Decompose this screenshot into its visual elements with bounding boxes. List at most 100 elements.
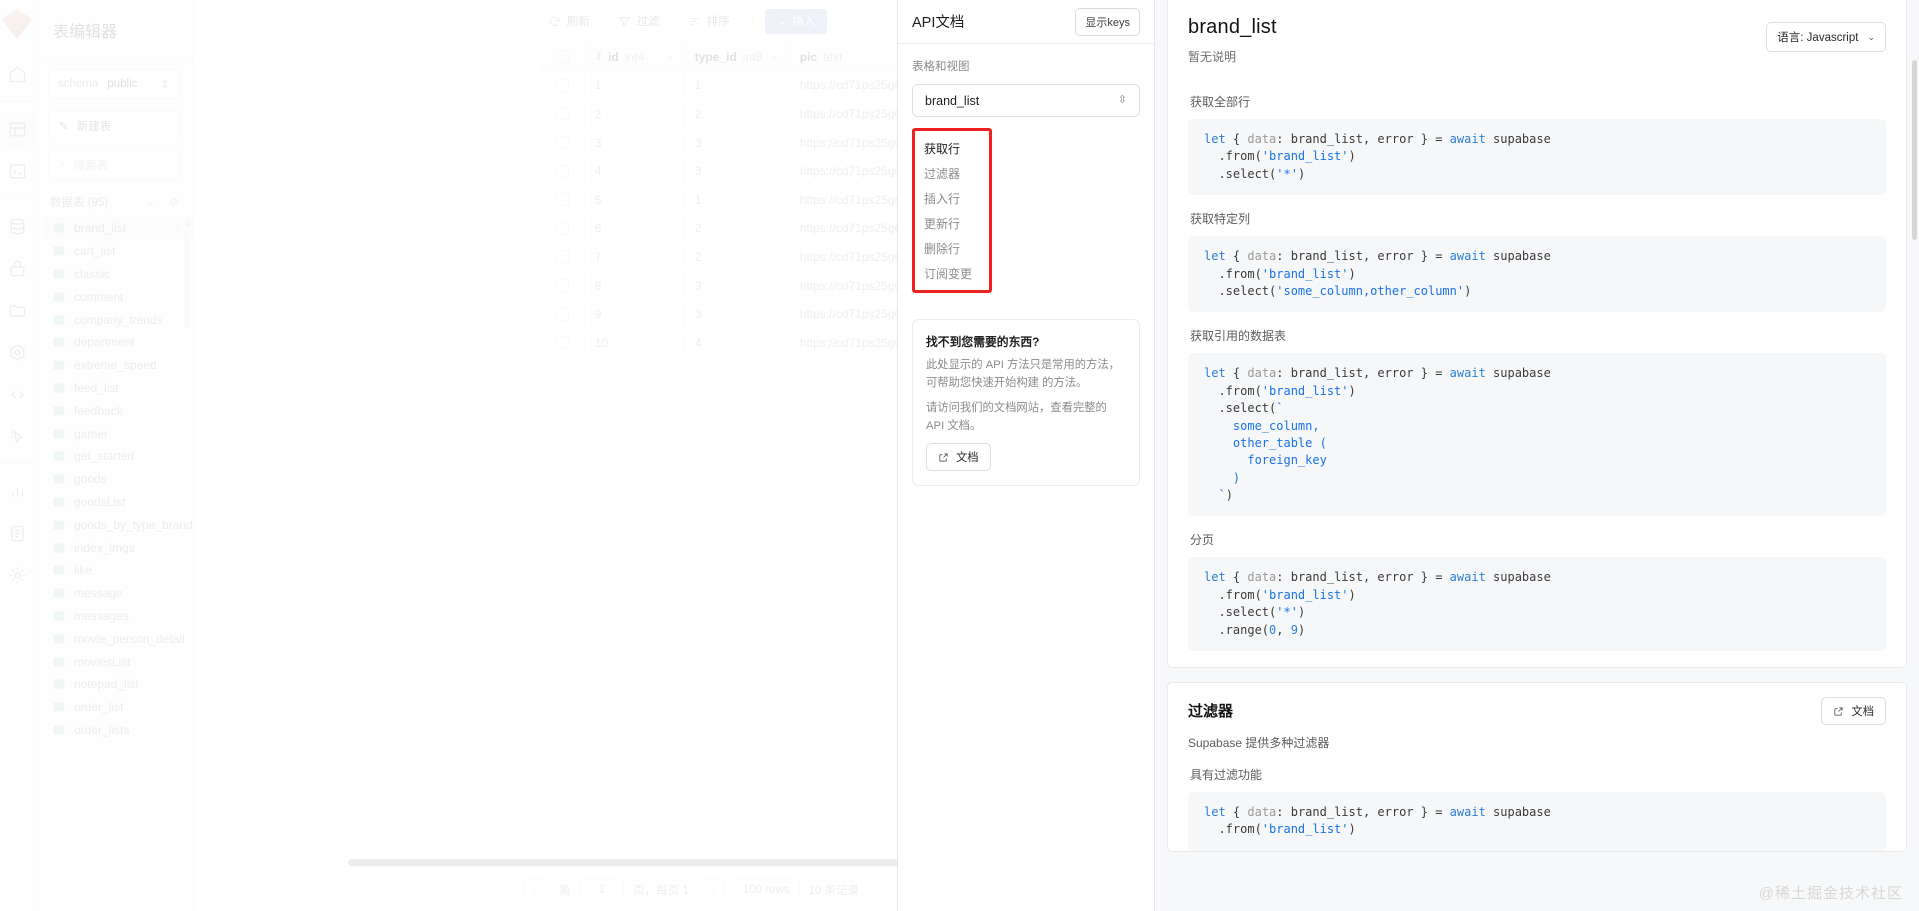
realtime-cursor-icon[interactable] (0, 419, 34, 453)
table-list-item[interactable]: moviesList (44, 650, 193, 673)
api-method-menu-item[interactable]: 获取行 (915, 136, 989, 161)
table-list-item[interactable]: goods_by_type_brand (44, 513, 193, 536)
cell-type-id[interactable]: 2 (685, 214, 790, 243)
row-checkbox[interactable] (541, 100, 585, 128)
table-list-item[interactable]: extreme_speed (44, 354, 193, 377)
api-method-menu-item[interactable]: 删除行 (915, 236, 989, 261)
table-list-item[interactable]: messages (44, 605, 193, 628)
table-list-item[interactable]: company_trends (44, 308, 193, 331)
row-checkbox[interactable] (541, 328, 585, 357)
cell-id[interactable]: 6 (585, 214, 685, 243)
table-list-item[interactable]: department (44, 331, 193, 354)
row-checkbox[interactable] (541, 71, 585, 100)
cell-type-id[interactable]: 3 (685, 271, 790, 300)
api-method-menu-item[interactable]: 更新行 (915, 211, 989, 236)
cell-id[interactable]: 1 (585, 71, 685, 100)
cell-id[interactable]: 5 (585, 185, 685, 214)
docs-table-selector[interactable]: brand_list ⇳ (912, 84, 1140, 117)
scrollbar-thumb[interactable] (183, 233, 190, 328)
column-header-type-id[interactable]: type_id int8 ⌄ (685, 43, 790, 71)
table-list-item[interactable]: feed_list (44, 377, 193, 400)
table-list-item[interactable]: notepad_list (44, 673, 193, 696)
database-icon[interactable] (0, 209, 34, 243)
cell-id[interactable]: 8 (585, 271, 685, 300)
cell-type-id[interactable]: 2 (685, 243, 790, 271)
api-method-menu-item[interactable]: 插入行 (915, 186, 989, 211)
refresh-icon[interactable]: ⟳ (170, 195, 180, 209)
row-checkbox[interactable] (541, 271, 585, 300)
table-list-scrollbar[interactable]: ▲ (183, 219, 192, 724)
help-card-docs-button[interactable]: 文档 (926, 443, 991, 471)
chevron-down-icon[interactable]: ⌄ (771, 51, 779, 62)
grid-horizontal-scrollbar[interactable] (340, 857, 910, 867)
filters-docs-button[interactable]: 文档 (1821, 697, 1886, 726)
cell-type-id[interactable]: 3 (685, 300, 790, 328)
cell-id[interactable]: 2 (585, 100, 685, 128)
table-list-item[interactable]: goodsList (44, 491, 193, 514)
insert-button[interactable]: ⌄ 插入 (764, 8, 828, 34)
home-icon[interactable] (0, 57, 34, 91)
api-method-menu-item[interactable]: 订阅变更 (915, 261, 989, 286)
docs-scrollbar-top[interactable] (1912, 60, 1917, 240)
cell-type-id[interactable]: 3 (685, 157, 790, 185)
prev-page-button[interactable]: ← (523, 878, 550, 901)
chevron-down-icon[interactable]: ⌄ (173, 223, 181, 234)
cell-type-id[interactable]: 3 (685, 128, 790, 157)
cell-type-id[interactable]: 4 (685, 328, 790, 357)
cell-id[interactable]: 9 (585, 300, 685, 328)
table-list-item[interactable]: order_lists (44, 719, 193, 742)
logs-document-icon[interactable] (0, 516, 34, 550)
row-checkbox[interactable] (541, 243, 585, 271)
api-code-icon[interactable] (0, 377, 34, 411)
table-list[interactable]: brand_list ⌄ cart_list classic comment compan… (35, 217, 193, 911)
table-list-item[interactable]: order_list (44, 696, 193, 719)
sort-button[interactable]: 排序 (674, 13, 744, 29)
table-list-item[interactable]: goods (44, 468, 193, 491)
table-editor-icon[interactable] (0, 112, 34, 146)
select-all-checkbox[interactable] (541, 43, 585, 71)
cell-id[interactable]: 7 (585, 243, 685, 271)
table-list-item[interactable]: message (44, 582, 193, 605)
cell-id[interactable]: 4 (585, 157, 685, 185)
row-checkbox[interactable] (541, 128, 585, 157)
scroll-up-arrow-icon[interactable]: ▲ (184, 219, 192, 228)
table-list-item[interactable]: classic (44, 263, 193, 286)
page-number-input[interactable]: 1 (579, 878, 625, 901)
row-checkbox[interactable] (541, 185, 585, 214)
authentication-lock-icon[interactable] (0, 251, 34, 285)
new-table-button[interactable]: ✎ 新建表 (48, 111, 180, 141)
row-checkbox[interactable] (541, 214, 585, 243)
refresh-button[interactable]: 刷新 (534, 13, 604, 29)
next-page-button[interactable]: → (697, 878, 724, 901)
settings-gear-icon[interactable] (0, 558, 34, 592)
cell-id[interactable]: 3 (585, 128, 685, 157)
schema-selector[interactable]: schema public ⇕ (48, 69, 180, 99)
reports-chart-icon[interactable] (0, 474, 34, 508)
edge-functions-icon[interactable] (0, 335, 34, 369)
filter-button[interactable]: 过滤 (604, 13, 674, 29)
table-list-item[interactable]: cart_list (44, 240, 193, 263)
cell-type-id[interactable]: 1 (685, 71, 790, 100)
table-list-item[interactable]: index_imgs (44, 536, 193, 559)
collapse-icon[interactable]: ⌄ (146, 195, 156, 209)
language-selector[interactable]: 语言: Javascript ⌄ (1766, 22, 1886, 52)
table-list-item[interactable]: movie_person_detail (44, 627, 193, 650)
show-keys-button[interactable]: 显示keys (1075, 7, 1140, 36)
api-method-menu-item[interactable]: 过滤器 (915, 161, 989, 186)
sql-editor-icon[interactable] (0, 154, 34, 188)
rows-per-page-selector[interactable]: 100 rows (732, 878, 800, 901)
table-list-item[interactable]: like (44, 559, 193, 582)
cell-type-id[interactable]: 2 (685, 100, 790, 128)
table-list-item[interactable]: gamer (44, 422, 193, 445)
search-table-input[interactable]: ⌕ 搜索表 (48, 150, 180, 180)
table-list-item[interactable]: feedback (44, 399, 193, 422)
table-list-item[interactable]: brand_list ⌄ (44, 217, 193, 240)
chevron-down-icon[interactable]: ⌄ (666, 51, 674, 62)
row-checkbox[interactable] (541, 157, 585, 185)
table-list-item[interactable]: comment (44, 285, 193, 308)
table-list-item[interactable]: get_started (44, 445, 193, 468)
cell-type-id[interactable]: 1 (685, 185, 790, 214)
storage-icon[interactable] (0, 293, 34, 327)
column-header-id[interactable]: ⚷ id int4 ⌄ (585, 43, 685, 71)
row-checkbox[interactable] (541, 300, 585, 328)
